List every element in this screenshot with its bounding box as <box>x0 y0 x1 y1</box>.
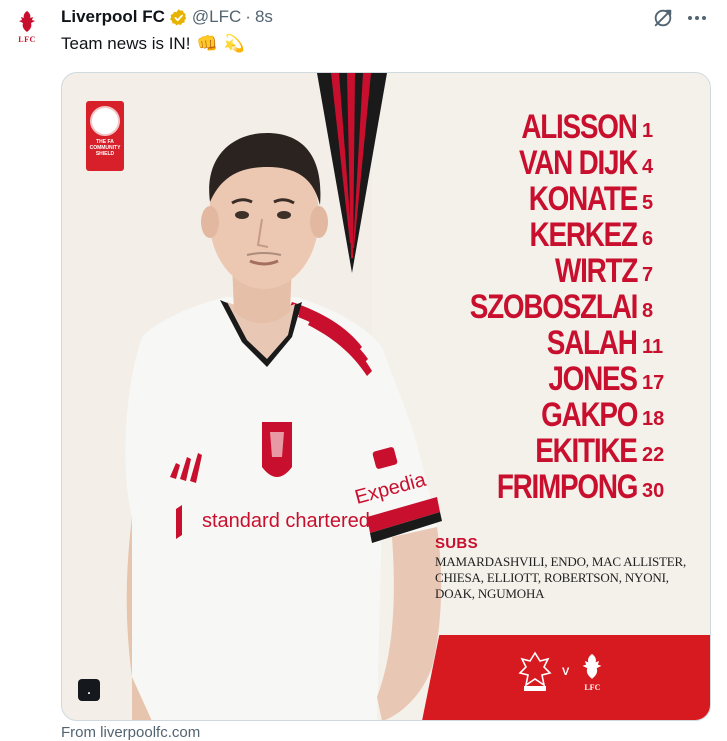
player-number: 22 <box>642 444 665 466</box>
subs-block: SUBS MAMARDASHVILI, ENDO, MAC ALLISTER, … <box>435 535 695 602</box>
tweet-timestamp[interactable]: 8s <box>255 7 273 27</box>
lineup-row: ALISSON 1 <box>433 109 664 145</box>
player-number: 8 <box>642 300 654 322</box>
player-name: KERKEZ <box>529 216 638 254</box>
subs-list: MAMARDASHVILI, ENDO, MAC ALLISTER, CHIES… <box>435 554 687 601</box>
lineup-row: WIRTZ 7 <box>433 253 664 289</box>
more-options-icon[interactable] <box>684 8 710 28</box>
lineup-row: KERKEZ 6 <box>433 217 664 253</box>
lineup-row: FRIMPONG 30 <box>433 468 665 506</box>
tweet-body: Team news is IN! <box>61 34 191 53</box>
verified-badge-icon <box>170 8 187 25</box>
subs-title: SUBS <box>435 535 478 552</box>
player-name: EKITIKE <box>535 432 639 470</box>
player-number: 11 <box>642 336 664 358</box>
player-number: 4 <box>642 156 654 178</box>
player-name: SZOBOSZLAI <box>469 288 639 326</box>
lineup-row: EKITIKE 22 <box>433 432 665 470</box>
player-name: SALAH <box>547 324 638 362</box>
player-photo: standard chartered Expedia <box>125 133 442 720</box>
player-number: 7 <box>642 264 654 286</box>
liverbird-white-icon <box>582 654 602 679</box>
source-link[interactable]: From liverpoolfc.com <box>61 724 200 741</box>
lineup-row: KONATE 5 <box>433 181 664 217</box>
dizzy-emoji: 💫 <box>223 34 245 53</box>
lineup-list: ALISSON 1 VAN DIJK 4 KONATE 5 KERKEZ 6 WIRTZ… <box>433 109 665 506</box>
fist-emoji: 👊 <box>196 34 218 53</box>
lineup-row: GAKPO 18 <box>433 397 664 433</box>
player-name: FRIMPONG <box>496 468 639 506</box>
tweet-media-image[interactable]: THE FA COMMUNITY SHIELD standard charter… <box>61 72 711 721</box>
grok-icon[interactable] <box>652 7 674 29</box>
player-name: GAKPO <box>540 396 638 434</box>
player-name: KONATE <box>528 180 638 218</box>
player-name: WIRTZ <box>554 252 638 290</box>
fixture-crests: V LFC <box>518 651 605 693</box>
avatar[interactable]: LFC <box>10 10 44 50</box>
separator-dot: · <box>245 7 251 26</box>
player-name: JONES <box>548 360 639 398</box>
player-name: VAN DIJK <box>518 144 638 182</box>
player-number: 30 <box>642 480 665 502</box>
avatar-label: LFC <box>18 35 36 44</box>
lineup-row: SZOBOSZLAI 8 <box>433 289 664 325</box>
crystal-palace-crest-icon <box>518 651 552 691</box>
alt-text-button[interactable]: . <box>78 679 100 701</box>
lfc-crest: LFC <box>579 652 605 692</box>
lineup-row: VAN DIJK 4 <box>433 145 664 181</box>
player-name: ALISSON <box>521 108 639 146</box>
player-number: 6 <box>642 228 654 250</box>
player-number: 18 <box>642 408 665 430</box>
author-handle[interactable]: @LFC <box>192 7 241 27</box>
tweet-text: Team news is IN! 👊 💫 <box>61 34 245 54</box>
tweet-header: Liverpool FC @LFC · 8s <box>61 6 273 28</box>
author-name[interactable]: Liverpool FC <box>61 7 165 27</box>
liverbird-icon <box>19 11 35 32</box>
player-number: 1 <box>642 120 654 142</box>
lineup-row: JONES 17 <box>433 360 665 398</box>
player-number: 17 <box>642 372 665 394</box>
lfc-crest-label: LFC <box>584 683 601 692</box>
versus-label: V <box>562 666 570 678</box>
jersey-sponsor: standard chartered <box>202 510 370 532</box>
player-number: 5 <box>642 192 654 214</box>
lineup-row: SALAH 11 <box>433 325 664 361</box>
